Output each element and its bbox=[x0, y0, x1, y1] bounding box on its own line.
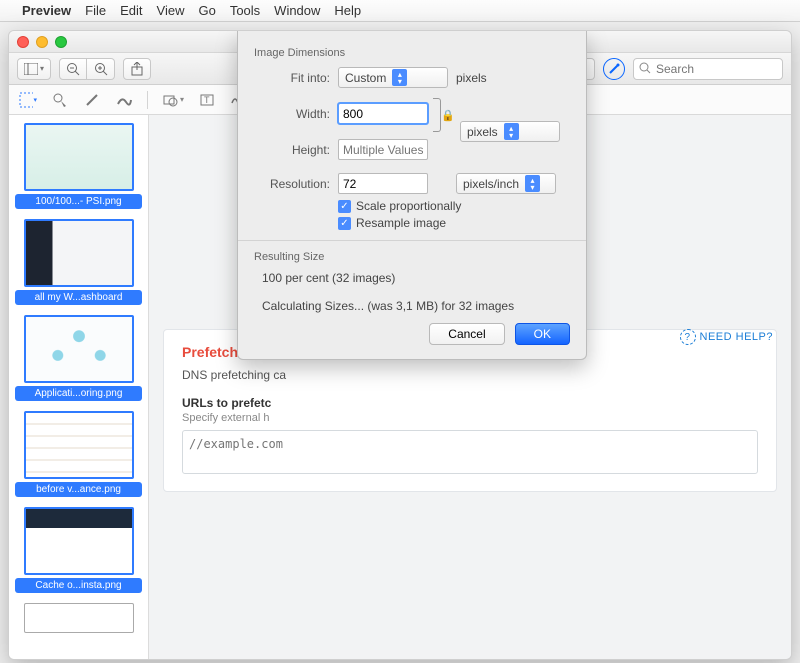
width-input[interactable] bbox=[338, 103, 428, 124]
zoom-out-button[interactable] bbox=[59, 58, 87, 80]
urls-textarea[interactable] bbox=[182, 430, 758, 474]
checkbox-checked-icon: ✓ bbox=[338, 200, 351, 213]
resample-image-label: Resample image bbox=[356, 216, 446, 230]
checkbox-checked-icon: ✓ bbox=[338, 217, 351, 230]
text-tool-icon[interactable]: T bbox=[198, 91, 216, 109]
height-input[interactable] bbox=[338, 139, 428, 160]
minimize-window-button[interactable] bbox=[36, 36, 48, 48]
need-help-link[interactable]: ? NEED HELP? bbox=[680, 329, 773, 345]
help-icon: ? bbox=[680, 329, 696, 345]
scale-proportionally-label: Scale proportionally bbox=[356, 199, 461, 213]
zoom-group bbox=[59, 58, 115, 80]
lock-icon[interactable]: 🔒 bbox=[441, 109, 455, 122]
thumbnail-label: all my W...ashboard bbox=[15, 290, 142, 305]
thumbnail-item[interactable]: Cache o...insta.png bbox=[15, 507, 142, 593]
image-dimensions-label: Image Dimensions bbox=[254, 47, 570, 59]
width-label: Width: bbox=[254, 107, 330, 121]
app-menu[interactable]: Preview bbox=[22, 3, 71, 18]
separator bbox=[147, 91, 148, 109]
fit-into-row: Fit into: Custom ▴▾ pixels bbox=[254, 67, 570, 88]
menu-help[interactable]: Help bbox=[334, 3, 361, 18]
help-label: NEED HELP? bbox=[700, 331, 773, 343]
menu-edit[interactable]: Edit bbox=[120, 3, 142, 18]
draw-icon[interactable] bbox=[115, 91, 133, 109]
search-input[interactable] bbox=[633, 58, 783, 80]
thumbnail-item[interactable]: 100/100...- PSI.png bbox=[15, 123, 142, 209]
section-label: URLs to prefetc bbox=[182, 396, 758, 410]
selection-tool-icon[interactable]: ▾ bbox=[19, 91, 37, 109]
menu-go[interactable]: Go bbox=[198, 3, 215, 18]
menu-window[interactable]: Window bbox=[274, 3, 320, 18]
fit-into-select[interactable]: Custom ▴▾ bbox=[338, 67, 448, 88]
fit-into-unit: pixels bbox=[456, 71, 487, 85]
instant-alpha-icon[interactable] bbox=[51, 91, 69, 109]
resulting-size-label: Resulting Size bbox=[254, 251, 570, 263]
dimension-unit-value: pixels bbox=[467, 125, 498, 139]
search-field-wrap bbox=[633, 58, 783, 80]
cancel-button[interactable]: Cancel bbox=[429, 323, 504, 345]
resolution-unit-value: pixels/inch bbox=[463, 177, 519, 191]
menu-file[interactable]: File bbox=[85, 3, 106, 18]
thumbnail-label: Applicati...oring.png bbox=[15, 386, 142, 401]
height-label: Height: bbox=[254, 143, 330, 157]
menu-tools[interactable]: Tools bbox=[230, 3, 260, 18]
markup-toolbar-toggle[interactable] bbox=[603, 58, 625, 80]
thumbnail-image bbox=[24, 123, 134, 191]
width-row: Width: bbox=[254, 103, 428, 124]
preview-window: prefetch dns requests.png (32 documents,… bbox=[8, 30, 792, 660]
resample-image-row[interactable]: ✓ Resample image bbox=[338, 216, 570, 230]
sidebar-view-button[interactable]: ▾ bbox=[17, 58, 51, 80]
svg-text:T: T bbox=[204, 95, 210, 105]
thumbnail-image bbox=[24, 411, 134, 479]
ok-button[interactable]: OK bbox=[515, 323, 570, 345]
select-caret-icon: ▴▾ bbox=[525, 175, 540, 192]
pencil-icon[interactable] bbox=[83, 91, 101, 109]
select-caret-icon: ▴▾ bbox=[392, 69, 407, 86]
thumbnail-image bbox=[24, 603, 134, 633]
search-icon bbox=[639, 62, 651, 74]
dialog-separator bbox=[238, 240, 586, 241]
thumbnail-label: Cache o...insta.png bbox=[15, 578, 142, 593]
scale-proportionally-row[interactable]: ✓ Scale proportionally bbox=[338, 199, 570, 213]
share-button[interactable] bbox=[123, 58, 151, 80]
card-subtitle: DNS prefetching ca bbox=[182, 368, 758, 382]
close-window-button[interactable] bbox=[17, 36, 29, 48]
thumbnail-image bbox=[24, 219, 134, 287]
lock-aspect-group: 🔒 bbox=[432, 98, 456, 132]
thumbnail-item[interactable]: all my W...ashboard bbox=[15, 219, 142, 305]
resolution-input[interactable] bbox=[338, 173, 428, 194]
zoom-in-button[interactable] bbox=[87, 58, 115, 80]
system-menubar: Preview File Edit View Go Tools Window H… bbox=[0, 0, 800, 22]
shapes-menu[interactable]: ▾ bbox=[162, 92, 184, 108]
height-row: Height: bbox=[254, 139, 428, 160]
dimension-unit-select[interactable]: pixels ▴▾ bbox=[460, 121, 560, 142]
zoom-window-button[interactable] bbox=[55, 36, 67, 48]
window-controls bbox=[17, 36, 67, 48]
section-hint: Specify external h bbox=[182, 412, 758, 424]
thumbnail-item[interactable]: before v...ance.png bbox=[15, 411, 142, 497]
thumbnail-item[interactable]: Applicati...oring.png bbox=[15, 315, 142, 401]
thumbnail-sidebar[interactable]: 100/100...- PSI.png all my W...ashboard … bbox=[9, 115, 149, 659]
dialog-buttons: Cancel OK bbox=[254, 323, 570, 345]
result-percent: 100 per cent (32 images) bbox=[262, 271, 570, 285]
thumbnail-item[interactable] bbox=[15, 603, 142, 633]
adjust-size-dialog: Image Dimensions Fit into: Custom ▴▾ pix… bbox=[237, 31, 587, 360]
resolution-row: Resolution: pixels/inch ▴▾ bbox=[254, 173, 570, 194]
result-calculating: Calculating Sizes... (was 3,1 MB) for 32… bbox=[262, 299, 570, 313]
thumbnail-label: before v...ance.png bbox=[15, 482, 142, 497]
thumbnail-image bbox=[24, 315, 134, 383]
resolution-unit-select[interactable]: pixels/inch ▴▾ bbox=[456, 173, 556, 194]
thumbnail-image bbox=[24, 507, 134, 575]
select-caret-icon: ▴▾ bbox=[504, 123, 519, 140]
resolution-label: Resolution: bbox=[254, 177, 330, 191]
fit-into-value: Custom bbox=[345, 71, 386, 85]
thumbnail-label: 100/100...- PSI.png bbox=[15, 194, 142, 209]
menu-view[interactable]: View bbox=[157, 3, 185, 18]
fit-into-label: Fit into: bbox=[254, 71, 330, 85]
